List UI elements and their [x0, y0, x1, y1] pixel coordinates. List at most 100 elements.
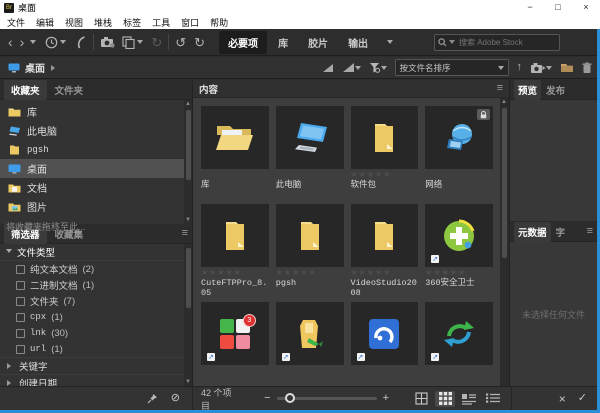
workspace-tab-libraries[interactable]: 库 — [269, 31, 297, 54]
thumbnail-tile[interactable]: ➚ — [425, 302, 493, 365]
view-details-button[interactable] — [459, 391, 479, 407]
content-item-software-pkg[interactable]: ★★★★★ 软件包 — [351, 106, 419, 200]
thumbnail-tile[interactable]: ➚ — [276, 302, 344, 365]
favorites-item-pgsh[interactable]: pgsh — [0, 140, 192, 159]
sync-button[interactable]: ↻ — [151, 36, 162, 49]
thumbnail-tile[interactable] — [425, 106, 493, 169]
search-scope-chevron-icon[interactable] — [449, 40, 455, 47]
rating-stars[interactable] — [425, 169, 493, 180]
thumbnail-tile[interactable] — [201, 106, 269, 169]
thumbnail-tile[interactable]: ➚ — [351, 302, 419, 365]
zoom-in-icon[interactable]: + — [383, 393, 389, 404]
thumbnail-tile[interactable] — [201, 204, 269, 267]
content-item-cuteftp[interactable]: ★★★★★ CuteFTPPro_8.05 — [201, 204, 269, 298]
forward-button[interactable]: › — [20, 35, 25, 49]
thumbnail-tile[interactable] — [276, 204, 344, 267]
slider-knob[interactable] — [285, 393, 295, 403]
thumbnail-tile[interactable] — [351, 204, 419, 267]
menu-label[interactable]: 标签 — [123, 16, 141, 29]
minimize-button[interactable]: − — [516, 0, 544, 15]
menu-help[interactable]: 帮助 — [210, 16, 228, 29]
tab-metadata[interactable]: 元数据 — [514, 222, 551, 242]
lock-grid-button[interactable] — [411, 391, 431, 407]
content-item-recycle-app[interactable]: ➚ — [425, 302, 493, 365]
rating-stars[interactable] — [276, 169, 344, 180]
redo-button[interactable]: ↻ — [194, 36, 205, 49]
favorites-item-desktop[interactable]: 桌面 — [0, 159, 192, 178]
rating-filter-icon[interactable] — [322, 63, 334, 73]
trash-icon[interactable] — [582, 62, 592, 74]
favorites-item-pictures[interactable]: 图片 — [0, 197, 192, 216]
thumbnail-tile[interactable]: ➚ — [425, 204, 493, 267]
close-button[interactable]: × — [572, 0, 600, 15]
back-button[interactable]: ‹ — [8, 35, 13, 49]
pin-icon[interactable] — [147, 393, 158, 404]
copy-chevron-icon[interactable] — [137, 40, 143, 47]
content-item-libraries[interactable]: 库 — [201, 106, 269, 200]
nav-history-chevron-icon[interactable] — [30, 40, 36, 47]
favorites-item-libraries[interactable]: 库 — [0, 102, 192, 121]
content-item-yellow-app[interactable]: ➚ — [276, 302, 344, 365]
rating-stars[interactable]: ★★★★★ — [276, 267, 344, 278]
content-scrollbar[interactable]: ▲ — [500, 98, 509, 386]
content-item-videostudio[interactable]: ★★★★★ VideoStudio2008 — [351, 204, 419, 298]
menu-file[interactable]: 文件 — [7, 16, 25, 29]
thumbnail-tile[interactable]: 3 ➚ — [201, 302, 269, 365]
favorites-item-documents[interactable]: 文档 — [0, 178, 192, 197]
search-input[interactable] — [457, 37, 541, 48]
filter-checkbox-plaintext[interactable]: 纯文本文档 (2) — [0, 261, 192, 277]
view-thumbnails-button[interactable] — [435, 391, 455, 407]
rating-stars[interactable]: ★★★★★ — [425, 267, 493, 278]
recent-files-button[interactable] — [45, 36, 58, 49]
content-item-pgsh[interactable]: ★★★★★ pgsh — [276, 204, 344, 298]
copy-button[interactable] — [122, 36, 135, 49]
maximize-button[interactable]: □ — [544, 0, 572, 15]
menu-view[interactable]: 视图 — [65, 16, 83, 29]
filter-checkbox-folder[interactable]: 文件夹 (7) — [0, 293, 192, 309]
filter-checkbox-lnk[interactable]: lnk (30) — [0, 325, 192, 341]
thumbnail-tile[interactable] — [276, 106, 344, 169]
filter-checkbox-binary[interactable]: 二进制文档 (1) — [0, 277, 192, 293]
rating-stars[interactable]: ★★★★★ — [351, 267, 419, 278]
breadcrumb[interactable]: 桌面 — [8, 60, 58, 75]
filter-dropdown[interactable] — [369, 62, 387, 73]
filter-checkbox-cpx[interactable]: cpx (1) — [0, 309, 192, 325]
slider-track[interactable] — [277, 397, 377, 400]
zoom-out-icon[interactable]: − — [264, 393, 270, 404]
filter-checkbox-url[interactable]: url (1) — [0, 341, 192, 357]
menu-stacks[interactable]: 堆栈 — [94, 16, 112, 29]
tab-folders[interactable]: 文件夹 — [48, 80, 91, 100]
view-list-button[interactable] — [483, 391, 503, 407]
new-folder-icon[interactable] — [560, 62, 574, 73]
filter-section-file-type[interactable]: 文件类型 — [0, 244, 192, 261]
tab-preview[interactable]: 预览 — [514, 80, 541, 100]
content-item-blue-app[interactable]: ➚ — [351, 302, 419, 365]
rating-stars[interactable]: ★★★★★ — [201, 267, 269, 278]
rating-stars[interactable]: ★★★★★ — [351, 169, 419, 180]
content-item-network[interactable]: 网络 — [425, 106, 493, 200]
workspace-tab-filmstrip[interactable]: 胶片 — [299, 31, 337, 54]
menu-tools[interactable]: 工具 — [152, 16, 170, 29]
menu-window[interactable]: 窗口 — [181, 16, 199, 29]
menu-edit[interactable]: 编辑 — [36, 16, 54, 29]
content-item-app-grid[interactable]: 3 ➚ — [201, 302, 269, 365]
return-to-app-button[interactable] — [75, 36, 87, 49]
sort-ascending-button[interactable]: ↑ — [517, 62, 523, 73]
filter-scrollbar[interactable]: ▼ — [184, 244, 192, 386]
filter-section-keywords[interactable]: 关键字 — [0, 357, 192, 375]
tab-favorites[interactable]: 收藏夹 — [4, 80, 47, 100]
clear-filter-icon[interactable]: ⊘ — [171, 393, 180, 404]
favorites-scrollbar[interactable]: ▲ ▼ — [184, 100, 192, 224]
workspace-tab-essentials[interactable]: 必要项 — [219, 31, 267, 54]
content-item-this-pc[interactable]: 此电脑 — [276, 106, 344, 200]
workspace-chevron-icon[interactable] — [387, 40, 393, 47]
filter-section-date-created[interactable]: 创建日期 — [0, 375, 192, 386]
confirm-icon[interactable]: ✓ — [578, 393, 587, 404]
rating-dropdown[interactable] — [342, 62, 361, 73]
cancel-icon[interactable]: × — [559, 393, 566, 405]
panel-menu-icon[interactable]: ≡ — [587, 226, 593, 237]
import-dropdown[interactable] — [530, 62, 552, 74]
sort-dropdown[interactable]: 按文件名排序 — [395, 59, 509, 76]
content-item-360-safe[interactable]: ➚ ★★★★★ 360安全卫士 — [425, 204, 493, 298]
undo-button[interactable]: ↺ — [175, 36, 186, 49]
